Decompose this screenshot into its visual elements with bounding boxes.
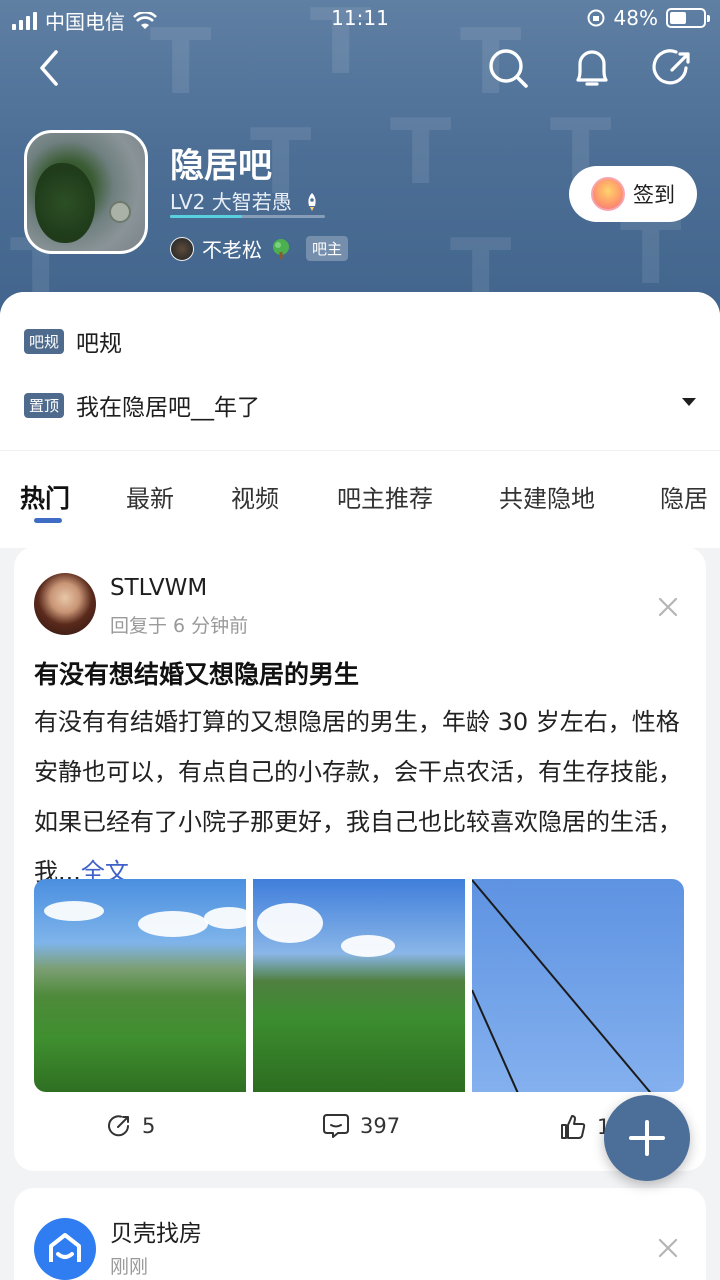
rocket-icon	[308, 193, 316, 211]
post-time: 回复于 6 分钟前	[110, 615, 249, 637]
comment-count: 397	[360, 1114, 401, 1138]
post-actions: 5 397 1	[14, 1113, 706, 1153]
post-body[interactable]: 有没有有结婚打算的又想隐居的男生，年龄 30 岁左右，性格安静也可以，有点自己的…	[34, 697, 686, 897]
ad-name[interactable]: 贝壳找房	[110, 1214, 202, 1248]
ad-card[interactable]: 贝壳找房 刚刚	[14, 1188, 706, 1280]
tab-hot[interactable]: 热门	[20, 479, 70, 515]
post-photo[interactable]	[472, 879, 684, 1092]
post-title[interactable]: 有没有想结婚又想隐居的男生	[34, 655, 359, 691]
tab-latest[interactable]: 最新	[126, 479, 174, 514]
tree-icon	[273, 238, 289, 259]
post-photo[interactable]	[253, 879, 465, 1092]
tab-indicator	[34, 518, 62, 523]
share-icon[interactable]	[650, 46, 694, 90]
comment-button[interactable]: 397	[322, 1113, 400, 1139]
owner-name: 不老松	[202, 238, 262, 262]
share-button[interactable]: 5	[106, 1113, 155, 1139]
forum-level: LV2 大智若愚	[170, 190, 292, 214]
post-photos	[34, 879, 684, 1092]
notice-section: 吧规 吧规 置顶 我在隐居吧__年了	[0, 292, 720, 450]
notice-text: 吧规	[76, 331, 123, 357]
create-post-button[interactable]	[604, 1095, 690, 1181]
battery-icon	[666, 8, 710, 28]
close-icon[interactable]	[658, 597, 678, 617]
share-count: 5	[142, 1114, 156, 1138]
avatar[interactable]	[34, 573, 96, 635]
back-icon[interactable]	[28, 46, 72, 90]
thumbs-up-icon	[561, 1115, 586, 1139]
post-photo[interactable]	[34, 879, 246, 1092]
post-card[interactable]: STLVWM 回复于 6 分钟前 有没有想结婚又想隐居的男生 有没有有结婚打算的…	[14, 547, 706, 1171]
orientation-lock-icon	[587, 9, 605, 27]
post-username[interactable]: STLVWM	[110, 575, 207, 601]
tab-more[interactable]: 隐居	[660, 479, 720, 514]
bell-icon[interactable]	[570, 46, 614, 90]
forum-title: 隐居吧	[170, 146, 272, 186]
comment-icon	[323, 1114, 349, 1138]
share-icon	[108, 1115, 129, 1137]
notice-tag: 置顶	[24, 392, 65, 418]
signin-button[interactable]: 签到	[569, 166, 697, 222]
like-button[interactable]: 1	[559, 1113, 610, 1141]
close-icon[interactable]	[658, 1238, 678, 1258]
level-progress-bar	[170, 215, 325, 218]
owner-avatar	[170, 236, 194, 261]
notice-rules[interactable]: 吧规 吧规	[24, 324, 122, 358]
forum-avatar[interactable]	[24, 130, 148, 254]
notice-tag: 吧规	[24, 328, 65, 354]
signin-label: 签到	[633, 183, 675, 207]
notice-text: 我在隐居吧__年了	[76, 395, 261, 421]
search-icon[interactable]	[486, 46, 530, 90]
notice-pinned[interactable]: 置顶 我在隐居吧__年了	[24, 388, 260, 422]
forum-owner[interactable]: 不老松 吧主	[170, 234, 349, 263]
signin-icon	[591, 177, 625, 211]
expand-notices-icon[interactable]	[682, 398, 696, 406]
tab-co-build[interactable]: 共建隐地	[499, 479, 595, 514]
forum-level-row: LV2 大智若愚	[170, 186, 320, 215]
ad-logo[interactable]	[34, 1218, 96, 1280]
tab-bar: 热门 最新 视频 吧主推荐 共建隐地 隐居	[0, 450, 720, 548]
tab-video[interactable]: 视频	[231, 479, 279, 514]
status-bar: 中国电信 11:11 48%	[0, 0, 720, 36]
tab-owner-picks[interactable]: 吧主推荐	[337, 479, 433, 514]
post-body-text: 有没有有结婚打算的又想隐居的男生，年龄 30 岁左右，性格安静也可以，有点自己的…	[34, 708, 682, 886]
owner-badge: 吧主	[306, 236, 349, 261]
ad-time: 刚刚	[110, 1256, 149, 1278]
house-logo-icon	[49, 1233, 81, 1262]
forum-header: T T T T T T T T T 中国电信 11:11 48% 隐居吧 LV2…	[0, 0, 720, 330]
battery-percent: 48%	[613, 6, 658, 30]
